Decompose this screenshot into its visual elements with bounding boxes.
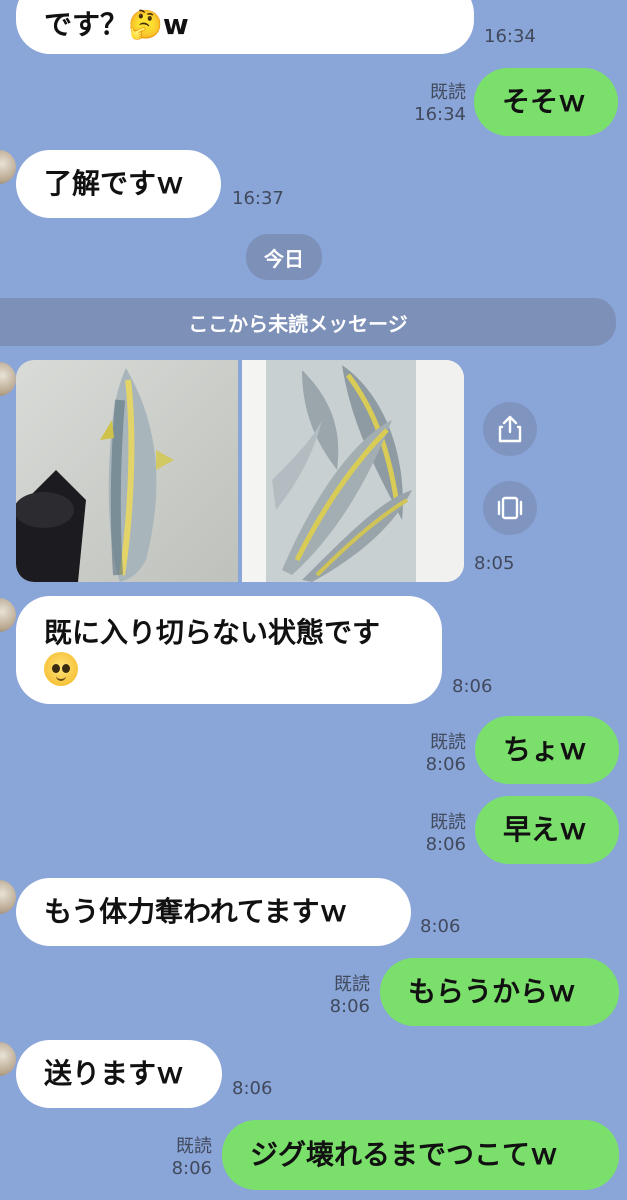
read-receipt: 既読 8:06 — [146, 1136, 212, 1180]
message-time: 8:06 — [329, 996, 370, 1017]
read-receipt: 既読 8:06 — [400, 732, 466, 776]
message-text: 既に入り切らない状態です — [44, 616, 381, 649]
message-time: 8:06 — [420, 916, 461, 937]
message-bubble-incoming[interactable]: です？🤔w — [16, 0, 474, 54]
message-bubble-incoming[interactable]: 送りますｗ — [16, 1040, 222, 1108]
message-text: 了解ですｗ — [44, 167, 185, 200]
read-label: 既読 — [430, 82, 466, 103]
pleading-face-icon — [44, 652, 78, 686]
fish-image — [242, 360, 464, 582]
message-bubble-outgoing[interactable]: 早えｗ — [475, 796, 619, 864]
message-text: 早えｗ — [503, 813, 588, 846]
message-text: です？🤔w — [44, 8, 189, 41]
message-bubble-incoming[interactable]: 了解ですｗ — [16, 150, 221, 218]
message-bubble-incoming[interactable]: もう体力奪われてますｗ — [16, 878, 411, 946]
read-label: 既読 — [430, 732, 466, 753]
read-receipt: 既読 8:06 — [304, 974, 370, 1018]
read-receipt: 既読 8:06 — [400, 812, 466, 856]
message-time: 16:37 — [232, 188, 284, 209]
read-label: 既読 — [176, 1136, 212, 1157]
avatar[interactable] — [0, 362, 16, 396]
message-time: 8:05 — [474, 553, 515, 574]
message-time: 8:06 — [425, 754, 466, 775]
message-text: もらうからｗ — [408, 975, 577, 1008]
avatar[interactable] — [0, 150, 16, 184]
date-label: 今日 — [264, 246, 304, 271]
message-bubble-outgoing[interactable]: もらうからｗ — [380, 958, 619, 1026]
avatar[interactable] — [0, 598, 16, 632]
message-time: 16:34 — [414, 104, 466, 125]
album-button[interactable] — [483, 481, 537, 535]
share-button[interactable] — [483, 402, 537, 456]
message-text: そそｗ — [502, 85, 587, 118]
message-text: 送りますｗ — [44, 1057, 185, 1090]
message-text: ちょｗ — [503, 733, 588, 766]
avatar[interactable] — [0, 880, 16, 914]
message-text: ジグ壊れるまでつこてｗ — [250, 1138, 559, 1171]
date-divider: 今日 — [246, 234, 322, 280]
read-label: 既読 — [334, 974, 370, 995]
read-label: 既読 — [430, 812, 466, 833]
fish-image — [16, 368, 174, 582]
message-bubble-outgoing[interactable]: ちょｗ — [475, 716, 619, 784]
gallery-icon — [497, 496, 523, 520]
message-bubble-outgoing[interactable]: そそｗ — [474, 68, 618, 136]
message-time: 16:34 — [484, 26, 536, 47]
photo-fish-on-deck[interactable] — [16, 360, 238, 582]
message-bubble-outgoing[interactable]: ジグ壊れるまでつこてｗ — [222, 1120, 619, 1190]
unread-divider: ここから未読メッセージ — [0, 298, 616, 346]
message-time: 8:06 — [452, 676, 493, 697]
read-receipt: 既読 16:34 — [400, 82, 466, 126]
avatar[interactable] — [0, 1042, 16, 1076]
message-bubble-incoming[interactable]: 既に入り切らない状態です — [16, 596, 442, 704]
message-time: 8:06 — [425, 834, 466, 855]
share-icon — [498, 415, 522, 443]
message-text: もう体力奪われてますｗ — [44, 895, 348, 928]
photo-fish-in-cooler[interactable] — [242, 360, 464, 582]
message-time: 8:06 — [232, 1078, 273, 1099]
message-time: 8:06 — [171, 1158, 212, 1179]
unread-label: ここから未読メッセージ — [188, 311, 408, 336]
